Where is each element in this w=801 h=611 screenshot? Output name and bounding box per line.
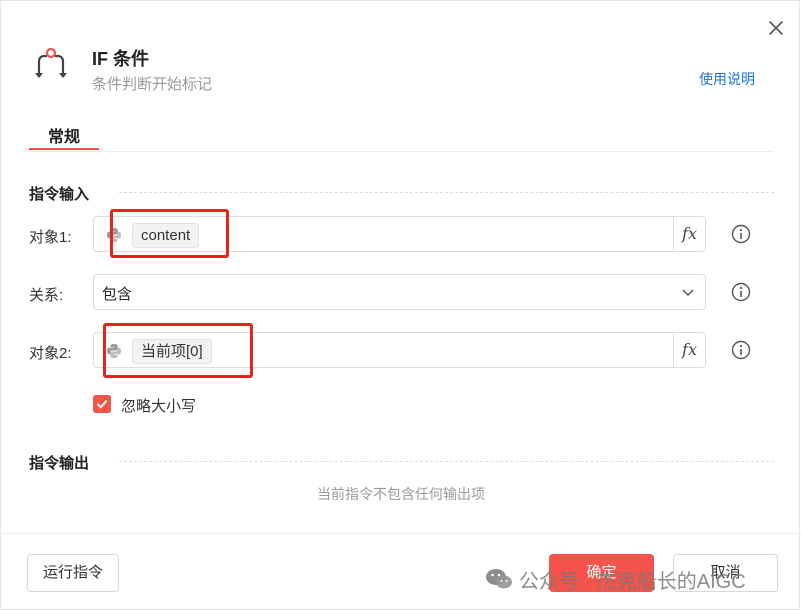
- tabs-divider: [29, 151, 774, 152]
- check-icon: [96, 400, 108, 409]
- dialog-title: IF 条件: [92, 49, 149, 69]
- if-condition-dialog: IF 条件 条件判断开始标记 使用说明 常规 指令输入 对象1: content…: [0, 0, 801, 610]
- object1-fx-button[interactable]: fx: [673, 217, 705, 251]
- help-link[interactable]: 使用说明: [699, 69, 755, 89]
- wechat-icon: [486, 569, 512, 589]
- info-icon[interactable]: [731, 224, 751, 244]
- active-tab-indicator: [29, 148, 99, 150]
- relation-value: 包含: [102, 286, 133, 303]
- annotation-box: [103, 323, 253, 378]
- cancel-button[interactable]: 取消: [673, 554, 778, 592]
- annotation-box: [110, 209, 229, 258]
- section-divider: [119, 192, 774, 193]
- object2-fx-button[interactable]: fx: [673, 333, 705, 367]
- run-command-button[interactable]: 运行指令: [27, 554, 119, 592]
- relation-label: 关系:: [29, 287, 64, 304]
- footer-divider: [1, 533, 801, 534]
- object1-label: 对象1:: [29, 229, 72, 246]
- ignore-case-label[interactable]: 忽略大小写: [121, 395, 196, 416]
- confirm-button[interactable]: 确定: [549, 554, 654, 592]
- tab-general[interactable]: 常规: [29, 123, 99, 150]
- object2-label: 对象2:: [29, 345, 72, 362]
- chevron-down-icon: [681, 285, 695, 299]
- if-branch-icon: [31, 45, 71, 85]
- output-section-title: 指令输出: [29, 455, 90, 472]
- close-icon[interactable]: [765, 17, 787, 39]
- ignore-case-checkbox[interactable]: [93, 395, 111, 413]
- info-icon[interactable]: [731, 340, 751, 360]
- empty-output-text: 当前指令不包含任何输出项: [317, 486, 485, 502]
- dialog-subtitle: 条件判断开始标记: [92, 76, 213, 93]
- info-icon[interactable]: [731, 282, 751, 302]
- relation-select[interactable]: 包含: [93, 274, 706, 310]
- section-divider: [119, 461, 774, 462]
- input-section-title: 指令输入: [29, 186, 90, 203]
